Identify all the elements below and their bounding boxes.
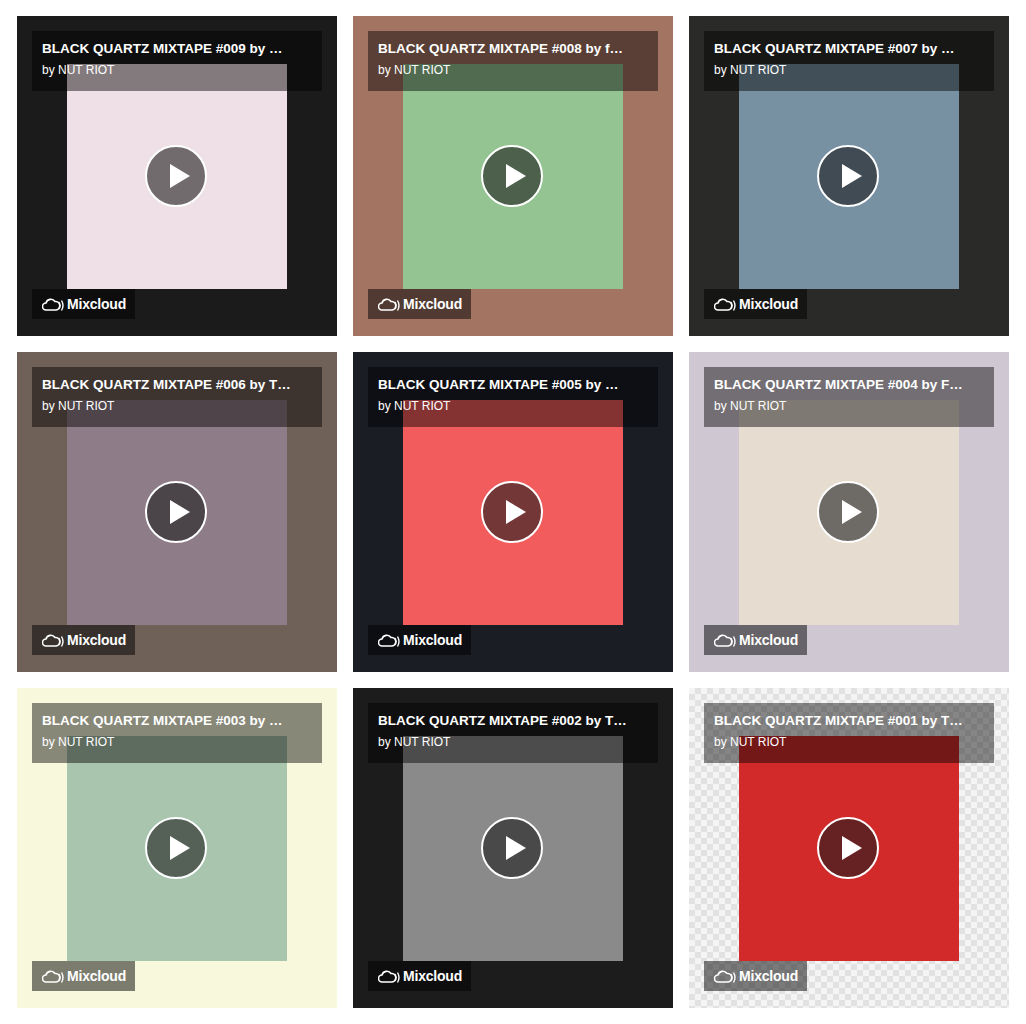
title-bar: BLACK QUARTZ MIXTAPE #008 by f… by NUT RI… <box>368 31 658 91</box>
mixcloud-badge[interactable]: Mixcloud <box>32 289 135 319</box>
mixcloud-badge[interactable]: Mixcloud <box>32 961 135 991</box>
title-bar: BLACK QUARTZ MIXTAPE #002 by T… by NUT RI… <box>368 703 658 763</box>
cloud-icon <box>42 633 64 647</box>
title-bar: BLACK QUARTZ MIXTAPE #003 by … by NUT RIO… <box>32 703 322 763</box>
cloud-icon <box>714 969 736 983</box>
mix-title[interactable]: BLACK QUARTZ MIXTAPE #009 by … <box>42 40 314 58</box>
play-button[interactable] <box>145 145 207 207</box>
mix-title[interactable]: BLACK QUARTZ MIXTAPE #008 by f… <box>378 40 650 58</box>
cloud-icon <box>714 297 736 311</box>
mix-title[interactable]: BLACK QUARTZ MIXTAPE #003 by … <box>42 712 314 730</box>
cloud-icon <box>714 633 736 647</box>
artist-name[interactable]: by NUT RIOT <box>714 398 986 414</box>
mix-title[interactable]: BLACK QUARTZ MIXTAPE #002 by T… <box>378 712 650 730</box>
title-bar: BLACK QUARTZ MIXTAPE #004 by F… by NUT RI… <box>704 367 994 427</box>
artist-name[interactable]: by NUT RIOT <box>714 62 986 78</box>
artist-name[interactable]: by NUT RIOT <box>42 398 314 414</box>
title-bar: BLACK QUARTZ MIXTAPE #007 by … by NUT RIO… <box>704 31 994 91</box>
play-icon <box>839 499 863 525</box>
cloud-icon <box>378 297 400 311</box>
mixcloud-widget[interactable]: BLACK QUARTZ MIXTAPE #004 by F… by NUT RI… <box>689 352 1009 672</box>
mixcloud-widget[interactable]: BLACK QUARTZ MIXTAPE #001 by T… by NUT RI… <box>689 688 1009 1008</box>
mixcloud-badge[interactable]: Mixcloud <box>704 961 807 991</box>
title-bar: BLACK QUARTZ MIXTAPE #006 by T… by NUT RI… <box>32 367 322 427</box>
artist-name[interactable]: by NUT RIOT <box>42 734 314 750</box>
artist-name[interactable]: by NUT RIOT <box>378 62 650 78</box>
play-button[interactable] <box>817 817 879 879</box>
mixcloud-badge[interactable]: Mixcloud <box>704 289 807 319</box>
mixcloud-widget[interactable]: BLACK QUARTZ MIXTAPE #002 by T… by NUT RI… <box>353 688 673 1008</box>
mixcloud-widget[interactable]: BLACK QUARTZ MIXTAPE #007 by … by NUT RIO… <box>689 16 1009 336</box>
mix-title[interactable]: BLACK QUARTZ MIXTAPE #007 by … <box>714 40 986 58</box>
play-icon <box>503 835 527 861</box>
title-bar: BLACK QUARTZ MIXTAPE #009 by … by NUT RIO… <box>32 31 322 91</box>
artist-name[interactable]: by NUT RIOT <box>378 398 650 414</box>
artist-name[interactable]: by NUT RIOT <box>378 734 650 750</box>
mix-title[interactable]: BLACK QUARTZ MIXTAPE #006 by T… <box>42 376 314 394</box>
mix-title[interactable]: BLACK QUARTZ MIXTAPE #004 by F… <box>714 376 986 394</box>
mixtape-grid: BLACK QUARTZ MIXTAPE #009 by … by NUT RIO… <box>0 0 1026 1024</box>
artist-name[interactable]: by NUT RIOT <box>42 62 314 78</box>
play-button[interactable] <box>481 817 543 879</box>
play-icon <box>503 163 527 189</box>
cloud-icon <box>378 633 400 647</box>
cloud-icon <box>378 969 400 983</box>
title-bar: BLACK QUARTZ MIXTAPE #005 by … by NUT RIO… <box>368 367 658 427</box>
play-button[interactable] <box>145 481 207 543</box>
mixcloud-badge[interactable]: Mixcloud <box>368 961 471 991</box>
play-button[interactable] <box>817 145 879 207</box>
mixcloud-widget[interactable]: BLACK QUARTZ MIXTAPE #008 by f… by NUT RI… <box>353 16 673 336</box>
mixcloud-widget[interactable]: BLACK QUARTZ MIXTAPE #009 by … by NUT RIO… <box>17 16 337 336</box>
play-button[interactable] <box>817 481 879 543</box>
title-bar: BLACK QUARTZ MIXTAPE #001 by T… by NUT RI… <box>704 703 994 763</box>
cloud-icon <box>42 969 64 983</box>
play-button[interactable] <box>145 817 207 879</box>
play-button[interactable] <box>481 481 543 543</box>
artist-name[interactable]: by NUT RIOT <box>714 734 986 750</box>
cloud-icon <box>42 297 64 311</box>
play-icon <box>167 163 191 189</box>
play-icon <box>167 835 191 861</box>
play-icon <box>167 499 191 525</box>
mixcloud-widget[interactable]: BLACK QUARTZ MIXTAPE #003 by … by NUT RIO… <box>17 688 337 1008</box>
mix-title[interactable]: BLACK QUARTZ MIXTAPE #001 by T… <box>714 712 986 730</box>
play-icon <box>503 499 527 525</box>
mixcloud-badge[interactable]: Mixcloud <box>32 625 135 655</box>
mixcloud-widget[interactable]: BLACK QUARTZ MIXTAPE #006 by T… by NUT RI… <box>17 352 337 672</box>
play-icon <box>839 163 863 189</box>
play-button[interactable] <box>481 145 543 207</box>
mixcloud-badge[interactable]: Mixcloud <box>368 625 471 655</box>
mixcloud-widget[interactable]: BLACK QUARTZ MIXTAPE #005 by … by NUT RIO… <box>353 352 673 672</box>
mixcloud-badge[interactable]: Mixcloud <box>704 625 807 655</box>
play-icon <box>839 835 863 861</box>
mixcloud-badge[interactable]: Mixcloud <box>368 289 471 319</box>
mix-title[interactable]: BLACK QUARTZ MIXTAPE #005 by … <box>378 376 650 394</box>
